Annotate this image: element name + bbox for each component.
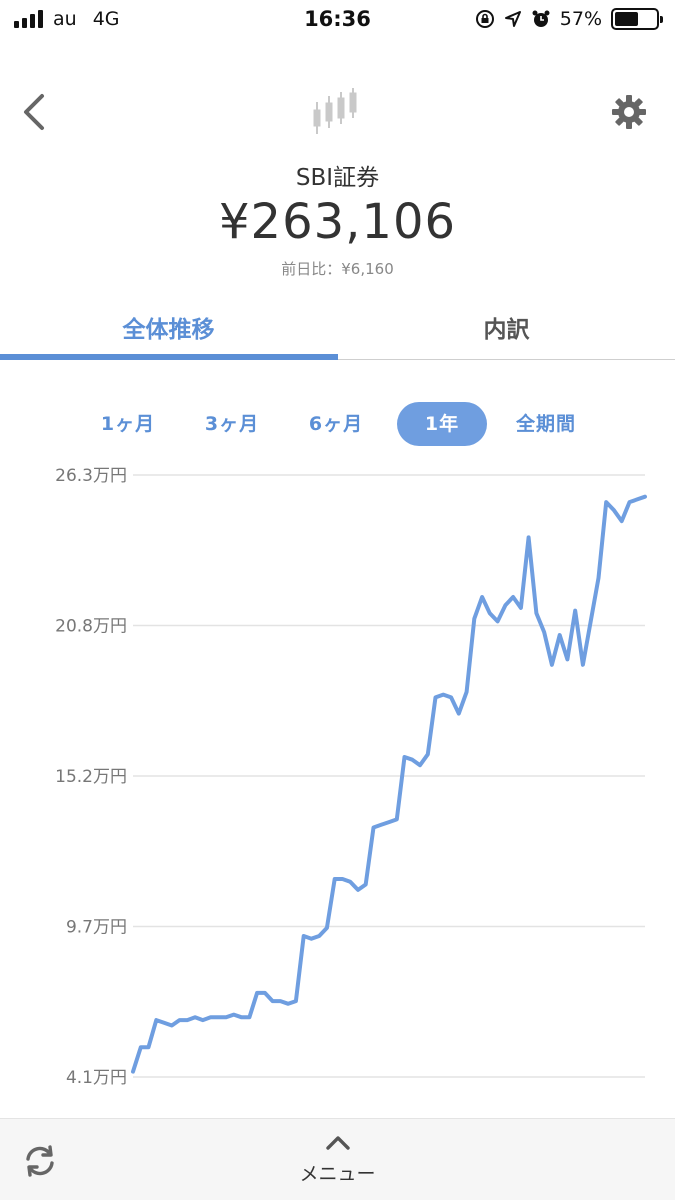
battery-icon [611, 8, 663, 30]
period-1-year[interactable]: 1年 [397, 402, 487, 446]
bottom-bar: メニュー [0, 1118, 675, 1200]
day-diff: 前日比：¥6,160 [281, 260, 394, 278]
battery-percent: 57% [559, 8, 602, 30]
y-tick-label: 20.8万円 [55, 617, 127, 637]
asset-value-line [131, 494, 647, 1074]
tab-breakdown[interactable]: 内訳 [338, 310, 675, 344]
battery-fill [615, 12, 638, 26]
back-button[interactable] [18, 92, 50, 132]
menu-label: メニュー [299, 1163, 376, 1185]
settings-button[interactable] [611, 94, 647, 130]
y-tick-label: 4.1万円 [66, 1068, 127, 1088]
tab-indicator [0, 354, 338, 360]
status-right: 57% [475, 8, 663, 30]
rotation-lock-icon [475, 10, 494, 28]
asset-chart: 26.3万円 20.8万円 15.2万円 9.7万円 4.1万円 [0, 460, 675, 1100]
gear-icon [612, 95, 646, 129]
tab-overall[interactable]: 全体推移 [0, 310, 337, 344]
menu-button[interactable]: メニュー [270, 1133, 405, 1193]
alarm-icon [532, 10, 550, 27]
total-value: ¥263,106 [218, 194, 457, 250]
account-name: SBI証券 [295, 165, 380, 191]
period-selector: 1ヶ月 3ヶ月 6ヶ月 1年 全期間 [0, 402, 675, 448]
y-tick-label: 9.7万円 [66, 918, 127, 938]
period-1-month[interactable]: 1ヶ月 [88, 402, 168, 446]
chevron-left-icon [24, 94, 44, 130]
status-bar: au 4G 16:36 57% [0, 0, 675, 40]
view-tabs: 全体推移 内訳 [0, 300, 675, 360]
refresh-button[interactable] [22, 1143, 58, 1179]
account-header: SBI証券 ¥263,106 前日比：¥6,160 [0, 80, 675, 290]
period-6-months[interactable]: 6ヶ月 [296, 402, 376, 446]
refresh-icon [26, 1145, 54, 1177]
asset-chart-svg: 26.3万円 20.8万円 15.2万円 9.7万円 4.1万円 [55, 466, 647, 1088]
period-all[interactable]: 全期間 [504, 402, 588, 446]
period-3-months[interactable]: 3ヶ月 [192, 402, 272, 446]
y-tick-label: 15.2万円 [55, 767, 127, 787]
chevron-up-icon [326, 1136, 350, 1150]
y-tick-label: 26.3万円 [55, 466, 127, 486]
location-icon [504, 11, 521, 27]
candlestick-logo-icon [313, 88, 357, 134]
